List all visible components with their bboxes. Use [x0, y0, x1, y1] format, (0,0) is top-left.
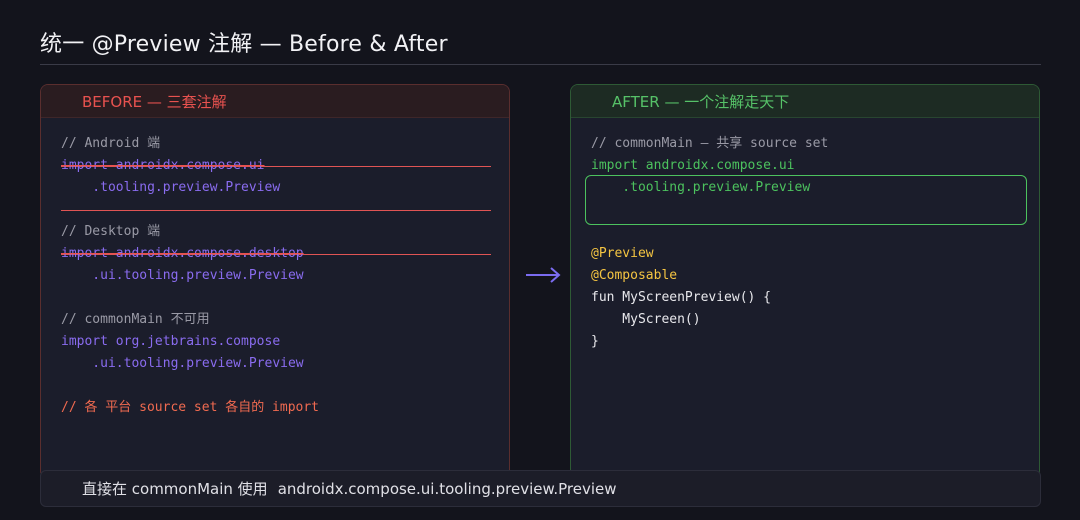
code-comment: // Android 端 [61, 136, 161, 151]
arrow-right-icon [526, 267, 561, 283]
code-annotation: @Preview [591, 246, 654, 261]
footer-bar: 直接在 commonMain 使用 androidx.compose.ui.to… [40, 470, 1041, 507]
code-import-line: .tooling.preview.Preview [61, 180, 281, 195]
code-import-line: .ui.tooling.preview.Preview [61, 356, 304, 371]
before-panel: BEFORE — 三套注解 // Android 端 import androi… [40, 84, 510, 479]
code-annotation: @Composable [591, 268, 678, 283]
code-comment: // Desktop 端 [61, 224, 161, 239]
before-code-block: // Android 端 import androidx.compose.ui … [61, 133, 319, 419]
code-comment: // commonMain — 共享 source set [591, 136, 829, 151]
code-import-line: import androidx.compose.desktop [61, 246, 304, 261]
code-import-line: .ui.tooling.preview.Preview [61, 268, 304, 283]
code-function-line: fun MyScreenPreview() { [591, 290, 772, 305]
footer-package: androidx.compose.ui.tooling.preview.Prev… [277, 479, 617, 498]
code-function-line: } [591, 334, 599, 349]
code-import-line: import androidx.compose.ui [591, 158, 795, 173]
code-function-line: MyScreen() [591, 312, 701, 327]
title-divider [40, 64, 1041, 65]
after-panel-header: AFTER — 一个注解走天下 [571, 85, 1039, 118]
code-warning-comment: // 各 平台 source set 各自的 import [61, 400, 320, 415]
after-code-block: // commonMain — 共享 source set import and… [591, 133, 828, 353]
footer-text: 直接在 commonMain 使用 [82, 480, 268, 498]
code-import-line: import androidx.compose.ui [61, 158, 265, 173]
code-comment: // commonMain 不可用 [61, 312, 210, 327]
after-panel: AFTER — 一个注解走天下 // commonMain — 共享 sourc… [570, 84, 1040, 479]
page-title: 统一 @Preview 注解 — Before & After [40, 32, 448, 57]
code-import-line: .tooling.preview.Preview [591, 180, 811, 195]
before-panel-header: BEFORE — 三套注解 [41, 85, 509, 118]
code-import-line: import org.jetbrains.compose [61, 334, 281, 349]
